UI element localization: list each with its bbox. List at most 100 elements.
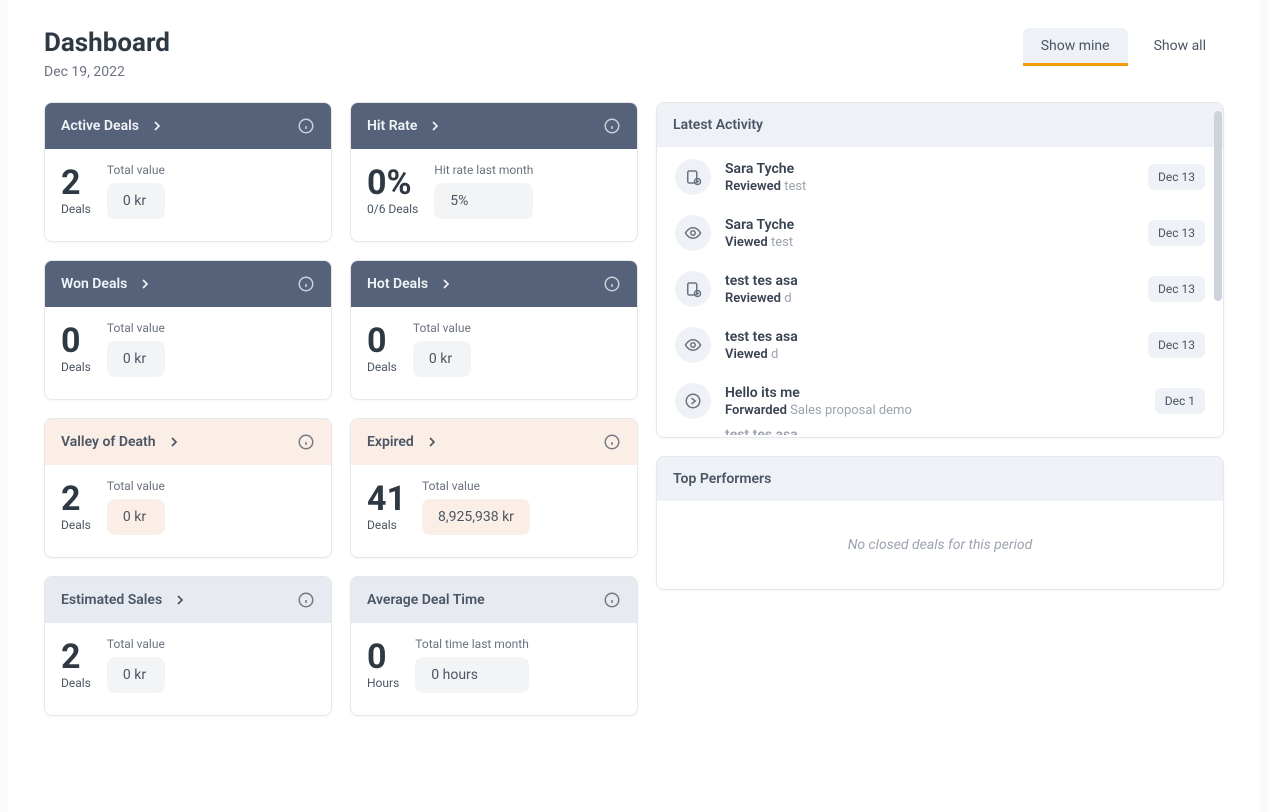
hit-rate-value-label: Hit rate last month [434, 163, 533, 177]
card-hit-rate[interactable]: Hit Rate 0% 0/6 Deals Hit rate last mont… [350, 102, 638, 242]
activity-action: Reviewed d [725, 291, 1134, 306]
active-deals-unit: Deals [61, 202, 91, 216]
info-icon [297, 275, 315, 293]
card-hit-rate-title: Hit Rate [367, 118, 417, 134]
card-hit-rate-header[interactable]: Hit Rate [351, 103, 637, 149]
card-hot-deals-title: Hot Deals [367, 276, 428, 292]
estimated-value: 0 kr [107, 657, 165, 693]
card-expired-title: Expired [367, 434, 414, 450]
activity-date-badge: Dec 13 [1148, 220, 1205, 246]
hit-rate-detail: 0/6 Deals [367, 202, 418, 216]
card-avg-deal-header[interactable]: Average Deal Time [351, 577, 637, 623]
card-estimated-header[interactable]: Estimated Sales [45, 577, 331, 623]
avg-deal-count: 0 [367, 640, 387, 674]
expired-value-label: Total value [422, 479, 530, 493]
top-performers-title: Top Performers [673, 471, 771, 487]
info-icon [603, 117, 621, 135]
activity-action: Reviewed test [725, 179, 1134, 194]
card-expired-header[interactable]: Expired [351, 419, 637, 465]
latest-activity-header: Latest Activity [657, 103, 1223, 147]
activity-row[interactable]: Sara TycheViewed test Dec 13 [657, 203, 1223, 259]
valley-value-label: Total value [107, 479, 165, 493]
card-estimated-sales[interactable]: Estimated Sales 2 Deals Total value 0 kr [44, 576, 332, 716]
hit-rate-value: 5% [434, 183, 533, 219]
won-deals-count: 0 [61, 324, 81, 358]
chevron-right-icon [424, 434, 440, 450]
info-icon [603, 275, 621, 293]
card-latest-activity: Latest Activity Sara TycheReviewed testD… [656, 102, 1224, 438]
info-icon [297, 591, 315, 609]
card-avg-deal-time[interactable]: Average Deal Time 0 Hours Total time las… [350, 576, 638, 716]
active-deals-count: 2 [61, 166, 81, 200]
tabs-group: Show mine Show all [1023, 28, 1224, 64]
scrollbar[interactable] [1214, 111, 1222, 301]
info-icon [603, 433, 621, 451]
card-active-deals-header[interactable]: Active Deals [45, 103, 331, 149]
chevron-right-icon [137, 276, 153, 292]
expired-unit: Deals [367, 518, 397, 532]
hit-rate-percent: 0% [367, 166, 412, 200]
estimated-unit: Deals [61, 676, 91, 690]
expired-value: 8,925,938 kr [422, 499, 530, 535]
active-deals-value: 0 kr [107, 183, 165, 219]
valley-unit: Deals [61, 518, 91, 532]
hot-deals-value: 0 kr [413, 341, 471, 377]
won-deals-value-label: Total value [107, 321, 165, 335]
card-won-deals[interactable]: Won Deals 0 Deals Total value 0 kr [44, 260, 332, 400]
activity-row[interactable]: Hello its meForwarded Sales proposal dem… [657, 371, 1223, 427]
activity-name: test tes asa [725, 272, 1134, 291]
card-won-deals-title: Won Deals [61, 276, 127, 292]
card-hot-deals-header[interactable]: Hot Deals [351, 261, 637, 307]
won-deals-value: 0 kr [107, 341, 165, 377]
estimated-value-label: Total value [107, 637, 165, 651]
info-icon [603, 591, 621, 609]
activity-action: Forwarded Sales proposal demo [725, 403, 1141, 418]
card-active-deals-title: Active Deals [61, 118, 139, 134]
card-active-deals[interactable]: Active Deals 2 Deals Total value 0 kr [44, 102, 332, 242]
card-valley-of-death[interactable]: Valley of Death 2 Deals Total value 0 kr [44, 418, 332, 558]
card-valley-header[interactable]: Valley of Death [45, 419, 331, 465]
card-avg-deal-title: Average Deal Time [367, 592, 485, 608]
chevron-right-icon [166, 434, 182, 450]
activity-row[interactable]: Sara TycheReviewed test Dec 13 [657, 147, 1223, 203]
avg-deal-value-label: Total time last month [415, 637, 529, 651]
top-performers-empty: No closed deals for this period [657, 501, 1223, 589]
activity-date-badge: Dec 1 [1155, 388, 1205, 414]
card-won-deals-header[interactable]: Won Deals [45, 261, 331, 307]
chevron-right-icon [172, 592, 188, 608]
reviewed-icon [675, 159, 711, 195]
info-icon [297, 117, 315, 135]
activity-name: Hello its me [725, 384, 1141, 403]
viewed-icon [675, 327, 711, 363]
tab-show-all[interactable]: Show all [1136, 28, 1224, 64]
expired-count: 41 [367, 482, 406, 516]
avg-deal-value: 0 hours [415, 657, 529, 693]
chevron-right-icon [427, 118, 443, 134]
card-valley-title: Valley of Death [61, 434, 156, 450]
card-top-performers: Top Performers No closed deals for this … [656, 456, 1224, 590]
hot-deals-count: 0 [367, 324, 387, 358]
page-date: Dec 19, 2022 [44, 64, 170, 80]
tab-show-mine[interactable]: Show mine [1023, 28, 1128, 64]
active-deals-value-label: Total value [107, 163, 165, 177]
valley-value: 0 kr [107, 499, 165, 535]
activity-date-badge: Dec 13 [1148, 164, 1205, 190]
activity-action: Viewed test [725, 235, 1134, 250]
latest-activity-title: Latest Activity [673, 117, 763, 133]
activity-row[interactable]: test tes asaReviewed dDec 13 [657, 259, 1223, 315]
activity-list: Sara TycheReviewed testDec 13Sara TycheV… [657, 147, 1223, 427]
card-expired[interactable]: Expired 41 Deals Total value 8,925,938 k… [350, 418, 638, 558]
chevron-right-icon [438, 276, 454, 292]
estimated-count: 2 [61, 640, 81, 674]
activity-name: test tes asa [725, 328, 1134, 347]
activity-name: Sara Tyche [725, 160, 1134, 179]
card-hot-deals[interactable]: Hot Deals 0 Deals Total value 0 kr [350, 260, 638, 400]
activity-action: Viewed d [725, 347, 1134, 362]
card-estimated-title: Estimated Sales [61, 592, 162, 608]
viewed-icon [675, 215, 711, 251]
activity-name: Sara Tyche [725, 216, 1134, 235]
chevron-right-icon [149, 118, 165, 134]
activity-cut-row: test tes asa [657, 427, 1223, 435]
activity-row[interactable]: test tes asaViewed dDec 13 [657, 315, 1223, 371]
reviewed-icon [675, 271, 711, 307]
